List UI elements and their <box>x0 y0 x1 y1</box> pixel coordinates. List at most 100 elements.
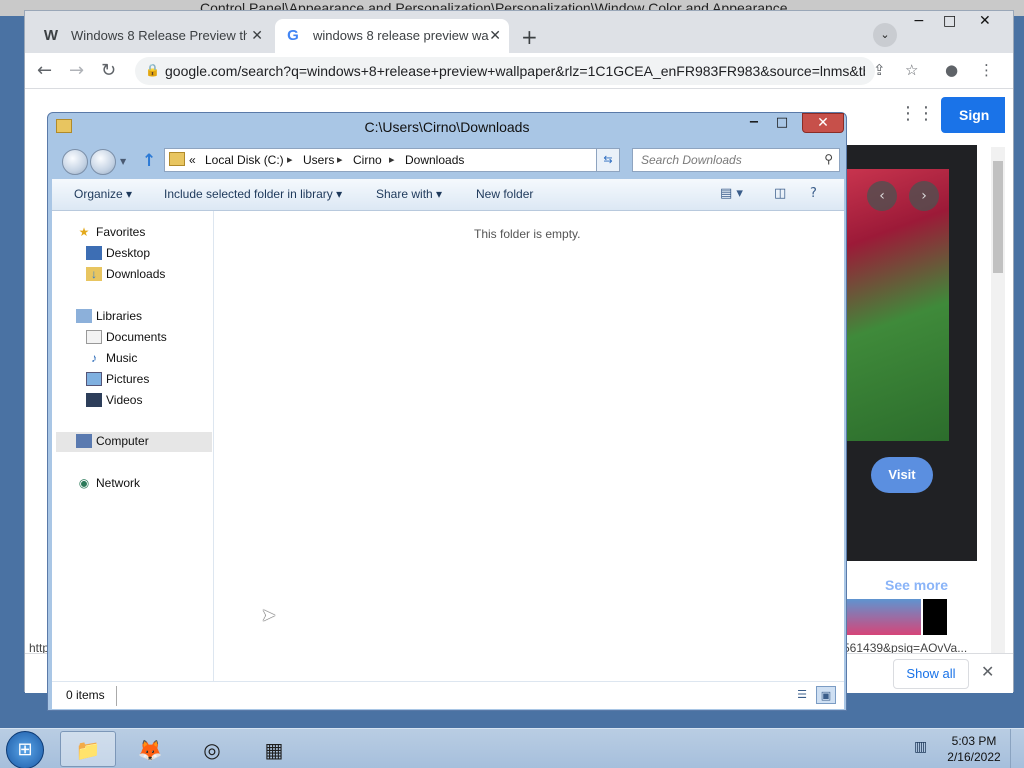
minimize-button[interactable]: − <box>742 115 766 133</box>
large-icons-view-icon[interactable]: ▣ <box>816 686 836 704</box>
tab-google-search[interactable]: G windows 8 release preview wallp ✕ <box>275 19 509 53</box>
pictures-icon <box>86 372 102 386</box>
page-scrollbar[interactable] <box>991 147 1005 687</box>
preview-pane-icon[interactable]: ◫ <box>774 186 786 201</box>
nav-item-pictures[interactable]: Pictures <box>86 370 206 390</box>
forward-arrow-icon[interactable] <box>90 149 116 175</box>
share-with-menu[interactable]: Share with ▾ <box>376 187 442 201</box>
related-image-thumbnail[interactable] <box>847 599 921 635</box>
mouse-pointer-icon: ➤ <box>261 605 277 626</box>
include-in-library-menu[interactable]: Include selected folder in library ▾ <box>164 187 342 201</box>
nav-item-videos[interactable]: Videos <box>86 391 206 411</box>
explorer-taskbar-icon[interactable]: 📁 <box>60 731 116 767</box>
tab-windows8-themes[interactable]: W Windows 8 Release Preview them ✕ <box>33 19 271 53</box>
maximize-button[interactable]: □ <box>943 13 956 29</box>
breadcrumb-separator-icon[interactable]: ▸ <box>389 153 395 166</box>
profile-icon[interactable]: ● <box>945 61 958 79</box>
star-icon[interactable]: ☆ <box>905 61 918 79</box>
nav-item-music[interactable]: ♪ Music <box>86 349 206 369</box>
breadcrumb-downloads[interactable]: Downloads <box>405 153 464 167</box>
google-apps-icon[interactable]: ⋮⋮ <box>899 103 935 124</box>
new-folder-button[interactable]: New folder <box>476 187 533 201</box>
tab-title: Windows 8 Release Preview them <box>71 28 247 43</box>
start-button[interactable]: ⊞ <box>6 731 44 768</box>
search-box[interactable]: Search Downloads ⚲ <box>632 148 840 172</box>
close-button[interactable]: ✕ <box>802 113 844 133</box>
show-desktop-button[interactable] <box>1010 729 1024 768</box>
reload-button[interactable]: ↻ <box>101 60 116 81</box>
chrome-taskbar-icon[interactable]: ◎ <box>184 731 240 767</box>
back-button[interactable]: ← <box>37 60 52 81</box>
url-text[interactable]: google.com/search?q=windows+8+release+pr… <box>165 63 865 79</box>
visit-button[interactable]: Visit <box>871 457 933 493</box>
breadcrumb-users[interactable]: Users <box>303 153 334 167</box>
change-view-icon[interactable]: ▤ ▾ <box>720 186 743 201</box>
libraries-icon <box>76 309 92 323</box>
nav-item-favorites[interactable]: ★ Favorites <box>76 223 206 243</box>
empty-folder-message: This folder is empty. <box>474 227 581 241</box>
new-tab-button[interactable]: + <box>521 25 538 49</box>
breadcrumb-separator-icon[interactable]: ▸ <box>337 153 343 166</box>
address-bar[interactable]: « Local Disk (C:) ▸ Users ▸ Cirno ▸ Down… <box>164 148 618 172</box>
menu-icon[interactable]: ⋮ <box>979 61 994 79</box>
close-button[interactable]: ✕ <box>979 13 991 29</box>
nav-item-desktop[interactable]: Desktop <box>86 244 206 264</box>
status-bar: 0 items ☰ ▣ <box>52 681 844 709</box>
documents-icon <box>86 330 102 344</box>
breadcrumb-local-disk[interactable]: Local Disk (C:) <box>205 153 284 167</box>
previous-image-icon[interactable]: ‹ <box>867 181 897 211</box>
close-downloads-bar-icon[interactable]: ✕ <box>981 662 994 681</box>
breadcrumb-overflow[interactable]: « <box>189 153 196 167</box>
nav-item-documents[interactable]: Documents <box>86 328 206 348</box>
sign-in-button[interactable]: Sign <box>941 97 1005 133</box>
maximize-button[interactable]: □ <box>770 115 794 133</box>
tab-title: windows 8 release preview wallp <box>313 28 489 43</box>
refresh-icon[interactable]: ⇆ <box>596 148 620 172</box>
details-view-icon[interactable]: ☰ <box>792 686 812 704</box>
navigation-pane: ★ Favorites Desktop ↓ Downloads Librarie… <box>52 211 214 681</box>
address-bar[interactable]: 🔒 google.com/search?q=windows+8+release+… <box>135 57 875 85</box>
related-image-thumbnail[interactable] <box>923 599 947 635</box>
scrollbar-thumb[interactable] <box>993 161 1003 273</box>
system-clock[interactable]: 5:03 PM 2/16/2022 <box>944 733 1004 765</box>
help-icon[interactable]: ? <box>810 186 817 201</box>
nav-item-libraries[interactable]: Libraries <box>76 307 206 327</box>
next-image-icon[interactable]: › <box>909 181 939 211</box>
search-icon[interactable]: ⚲ <box>824 152 833 166</box>
chrome-tab-strip: W Windows 8 Release Preview them ✕ G win… <box>25 11 1013 53</box>
tulip-preview-image[interactable] <box>847 169 949 441</box>
taskbar: ⊞ 📁 🦊 ◎ ▦ ▥ 5:03 PM 2/16/2022 <box>0 728 1024 768</box>
clock-date: 2/16/2022 <box>947 750 1001 764</box>
firefox-taskbar-icon[interactable]: 🦊 <box>122 731 178 767</box>
nav-item-downloads[interactable]: ↓ Downloads <box>86 265 206 285</box>
explorer-title: C:\Users\Cirno\Downloads <box>364 119 530 135</box>
back-arrow-icon[interactable] <box>62 149 88 175</box>
downloads-folder-icon: ↓ <box>86 267 102 281</box>
minimize-button[interactable]: − <box>913 13 925 29</box>
explorer-title-bar[interactable]: C:\Users\Cirno\Downloads − □ ✕ <box>48 113 846 141</box>
computer-icon <box>76 434 92 448</box>
item-count: 0 items <box>66 688 105 702</box>
folder-icon <box>169 152 185 166</box>
tab-close-icon[interactable]: ✕ <box>489 27 501 44</box>
up-arrow-icon[interactable]: ↑ <box>142 151 156 171</box>
command-bar: Organize ▾ Include selected folder in li… <box>52 179 844 211</box>
control-panel-taskbar-icon[interactable]: ▦ <box>246 731 302 767</box>
show-all-downloads-button[interactable]: Show all <box>893 659 969 689</box>
network-tray-icon[interactable]: ▥ <box>914 739 927 755</box>
network-icon: ◉ <box>78 476 90 490</box>
tab-search-button[interactable]: ⌄ <box>873 23 897 47</box>
organize-menu[interactable]: Organize ▾ <box>74 187 132 201</box>
share-icon[interactable]: ⇪ <box>873 61 886 79</box>
recent-pages-dropdown-icon[interactable]: ▼ <box>120 157 126 166</box>
forward-button[interactable]: → <box>69 60 84 81</box>
see-more-link[interactable]: See more <box>885 577 948 593</box>
music-icon: ♪ <box>91 351 97 365</box>
tab-close-icon[interactable]: ✕ <box>251 27 263 44</box>
wikipedia-favicon-icon: W <box>43 27 59 44</box>
desktop-icon <box>86 246 102 260</box>
breadcrumb-cirno[interactable]: Cirno <box>353 153 382 167</box>
breadcrumb-separator-icon[interactable]: ▸ <box>287 153 293 166</box>
nav-item-network[interactable]: ◉ Network <box>76 474 206 494</box>
nav-item-computer[interactable]: Computer <box>56 432 212 452</box>
